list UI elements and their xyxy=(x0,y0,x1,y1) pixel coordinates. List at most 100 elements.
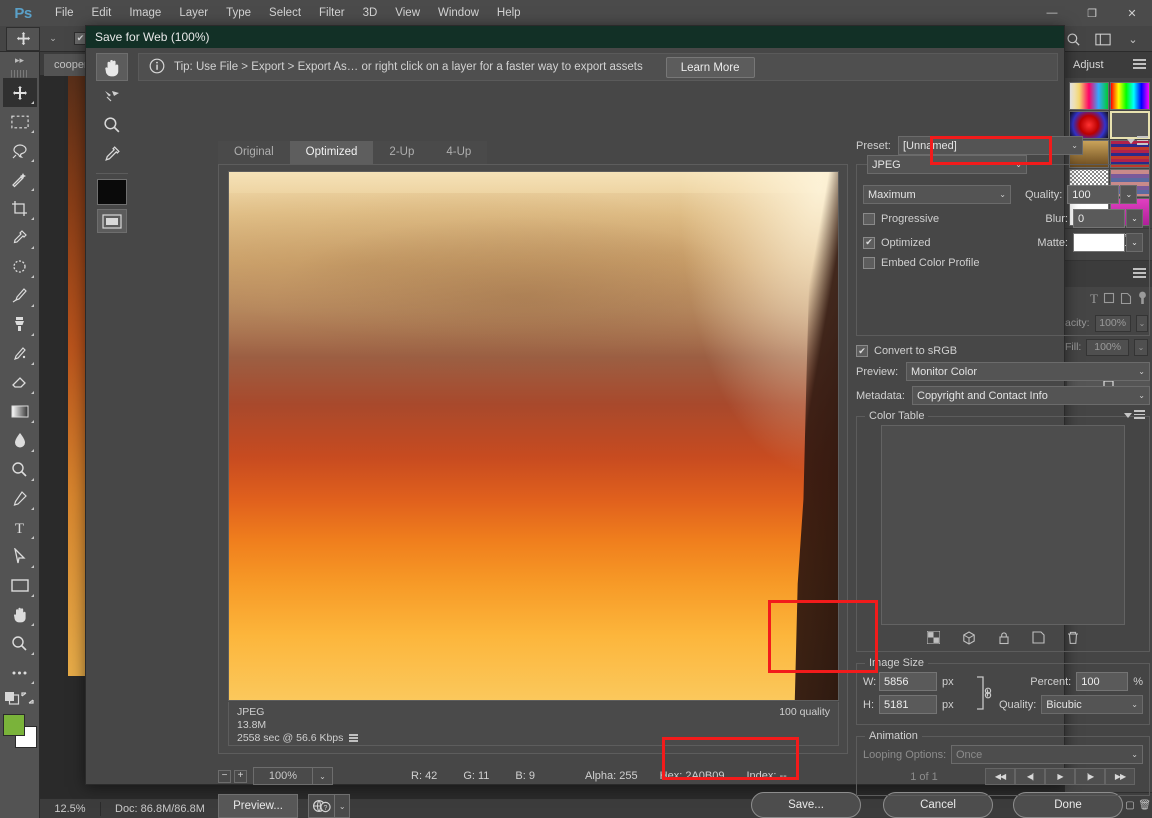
eyedropper-color-swatch[interactable] xyxy=(97,179,127,205)
browser-preview-caret-icon[interactable]: ⌄ xyxy=(334,795,349,817)
move-tool[interactable] xyxy=(2,78,37,107)
zoom-tool-button[interactable] xyxy=(96,111,128,139)
quick-mask-icon[interactable] xyxy=(4,691,20,708)
preview-area[interactable]: JPEG 13.8M 2558 sec @ 56.6 Kbps 100 qual… xyxy=(218,164,848,754)
zoom-out-button[interactable]: − xyxy=(218,769,231,783)
chevron-down-icon[interactable]: ⌄ xyxy=(1015,160,1022,169)
panel-menu-icon[interactable] xyxy=(1133,59,1146,71)
gradient-swatch[interactable] xyxy=(1069,82,1109,110)
browser-preview-control[interactable]: ? ⌄ xyxy=(308,794,350,818)
eyedropper-tool-button[interactable] xyxy=(96,140,128,168)
workspace-caret-icon[interactable]: ⌄ xyxy=(1120,28,1146,50)
blur-stepper-caret-icon[interactable]: ⌄ xyxy=(1126,209,1143,228)
hand-tool-button[interactable] xyxy=(96,53,128,81)
blur-tool[interactable] xyxy=(3,426,37,455)
chevron-down-icon[interactable]: ⌄ xyxy=(1138,367,1145,376)
zoom-in-button[interactable]: + xyxy=(234,769,247,783)
path-selection-tool[interactable] xyxy=(3,542,37,571)
blur-input[interactable]: 0 xyxy=(1073,209,1125,228)
move-tool-icon[interactable] xyxy=(6,26,40,51)
color-swatches[interactable] xyxy=(2,714,37,748)
close-icon[interactable]: ✕ xyxy=(1112,0,1152,26)
lasso-tool[interactable] xyxy=(3,136,37,165)
eraser-tool[interactable] xyxy=(3,368,37,397)
percent-input[interactable]: 100 xyxy=(1076,672,1129,691)
menu-select[interactable]: Select xyxy=(260,0,310,26)
rectangle-tool[interactable] xyxy=(3,571,37,600)
menu-filter[interactable]: Filter xyxy=(310,0,354,26)
restore-icon[interactable]: ❐ xyxy=(1072,0,1112,26)
prev-frame-icon[interactable]: ◀| xyxy=(1015,768,1045,785)
chevron-down-icon[interactable]: ⌄ xyxy=(1131,700,1138,709)
gradient-tool[interactable] xyxy=(3,397,37,426)
menu-file[interactable]: File xyxy=(46,0,83,26)
eyedropper-tool[interactable] xyxy=(3,223,37,252)
preview-select[interactable]: Monitor Color ⌄ xyxy=(906,362,1150,381)
transparency-icon[interactable] xyxy=(926,630,941,647)
pen-tool[interactable] xyxy=(3,484,37,513)
menu-window[interactable]: Window xyxy=(429,0,488,26)
matte-color-swatch[interactable] xyxy=(1073,233,1125,252)
menu-type[interactable]: Type xyxy=(217,0,260,26)
chevron-down-icon[interactable]: ⌄ xyxy=(999,190,1006,199)
chain-link-icon[interactable] xyxy=(973,673,995,713)
resample-quality-select[interactable]: Bicubic ⌄ xyxy=(1041,695,1143,714)
screen-mode-icon[interactable] xyxy=(20,691,35,708)
preset-select[interactable]: [Unnamed] ⌄ xyxy=(898,136,1083,155)
menu-edit[interactable]: Edit xyxy=(83,0,121,26)
type-tool[interactable]: T xyxy=(3,513,37,542)
preset-menu-icon[interactable] xyxy=(1127,136,1148,147)
zoom-level[interactable]: 12.5% xyxy=(40,803,100,815)
toggle-slices-button[interactable] xyxy=(97,209,127,233)
convert-srgb-checkbox[interactable] xyxy=(856,345,868,357)
hand-tool[interactable] xyxy=(3,600,37,629)
lock-icon[interactable] xyxy=(998,631,1010,648)
next-frame-icon[interactable]: |▶ xyxy=(1075,768,1105,785)
tab-optimized[interactable]: Optimized xyxy=(289,141,374,164)
minimize-icon[interactable]: — xyxy=(1032,0,1072,26)
clone-stamp-tool[interactable] xyxy=(3,310,37,339)
play-icon[interactable]: ▶ xyxy=(1045,768,1075,785)
web-shift-icon[interactable] xyxy=(962,630,976,648)
optimized-checkbox[interactable] xyxy=(863,236,875,249)
compression-quality-select[interactable]: Maximum ⌄ xyxy=(863,185,1011,204)
embed-color-profile-checkbox[interactable] xyxy=(863,257,875,269)
zoom-dropdown-caret-icon[interactable]: ⌄ xyxy=(313,767,333,785)
trash-icon[interactable] xyxy=(1067,631,1079,648)
edit-toolbar-icon[interactable] xyxy=(3,658,37,687)
color-table-menu-icon[interactable] xyxy=(1124,410,1145,421)
quality-input[interactable]: 100 xyxy=(1067,185,1120,204)
toolbar-collapse-icon[interactable]: ▸▸ xyxy=(0,52,39,68)
brush-tool[interactable] xyxy=(3,281,37,310)
last-frame-icon[interactable]: ▶▶ xyxy=(1105,768,1135,785)
foreground-color-swatch[interactable] xyxy=(2,714,25,736)
menu-layer[interactable]: Layer xyxy=(170,0,217,26)
preview-options-icon[interactable] xyxy=(349,734,359,743)
metadata-select[interactable]: Copyright and Contact Info ⌄ xyxy=(912,386,1150,405)
crop-tool[interactable] xyxy=(3,194,37,223)
file-format-select[interactable]: JPEG ⌄ xyxy=(867,155,1027,174)
first-frame-icon[interactable]: ◀◀ xyxy=(985,768,1015,785)
progressive-checkbox[interactable] xyxy=(863,212,875,225)
chevron-down-icon[interactable]: ⌄ xyxy=(1071,141,1078,150)
marquee-tool[interactable] xyxy=(3,107,37,136)
tool-preset-caret-icon[interactable]: ⌄ xyxy=(46,33,60,44)
quality-stepper-caret-icon[interactable]: ⌄ xyxy=(1120,185,1138,204)
browser-preview-icon[interactable]: ? xyxy=(309,795,334,817)
zoom-level-field[interactable]: 100% xyxy=(253,767,313,785)
learn-more-button[interactable]: Learn More xyxy=(665,56,755,78)
gradient-swatch[interactable] xyxy=(1069,111,1109,139)
tab-2up[interactable]: 2-Up xyxy=(373,141,431,164)
new-color-icon[interactable] xyxy=(1032,631,1045,647)
chevron-down-icon[interactable]: ⌄ xyxy=(1138,391,1145,400)
save-button[interactable]: Save... xyxy=(751,792,861,818)
new-layer-icon[interactable]: ▢ xyxy=(1125,800,1134,811)
history-brush-tool[interactable] xyxy=(3,339,37,368)
magic-wand-tool[interactable] xyxy=(3,165,37,194)
zoom-tool[interactable] xyxy=(3,629,37,658)
matte-caret-icon[interactable]: ⌄ xyxy=(1126,233,1143,252)
color-table-swatches[interactable] xyxy=(881,425,1125,625)
tab-4up[interactable]: 4-Up xyxy=(430,141,488,164)
image-preview[interactable] xyxy=(228,171,839,701)
delete-layer-icon[interactable]: 🗑 xyxy=(1138,800,1151,811)
